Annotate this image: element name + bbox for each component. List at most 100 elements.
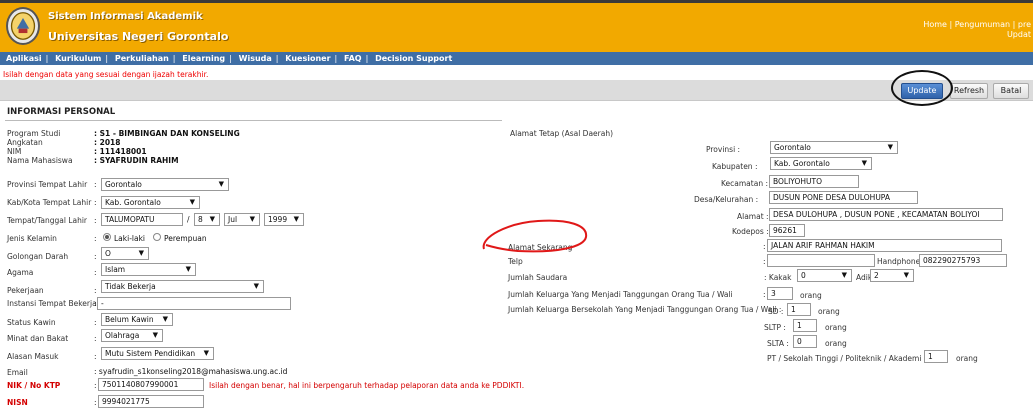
sd-input[interactable]: 1 [787, 303, 811, 316]
tanggal-lahir-select[interactable]: 8 ▼ [194, 213, 220, 226]
pekerjaan-select[interactable]: Tidak Bekerja ▼ [101, 280, 264, 293]
chevron-down-icon: ▼ [903, 271, 909, 279]
nama-value: : SYAFRUDIN RAHIM [94, 156, 179, 165]
university-name: Universitas Negeri Gorontalo [48, 30, 229, 43]
nisn-input[interactable]: 9994021775 [98, 395, 204, 408]
ttl-label: Tempat/Tanggal Lahir [7, 216, 88, 225]
kecamatan-label: Kecamatan : [721, 179, 768, 188]
alamat-label: Alamat : [737, 212, 769, 221]
tanggungan-unit: orang [800, 291, 822, 300]
chevron-down-icon: ▼ [218, 180, 224, 188]
nav-perkuliahan[interactable]: Perkuliahan [115, 54, 169, 63]
telp-input[interactable] [767, 254, 875, 267]
main-nav: Aplikasi | Kurikulum | Perkuliahan | Elearn… [0, 52, 1033, 65]
nav-kuesioner[interactable]: Kuesioner [285, 54, 330, 63]
nav-elearning[interactable]: Elearning [182, 54, 225, 63]
chevron-down-icon: ▼ [189, 198, 195, 206]
kodepos-input[interactable]: 96261 [769, 224, 805, 237]
chevron-down-icon: ▼ [185, 265, 191, 273]
nisn-label: NISN [7, 398, 28, 407]
nik-note: Isilah dengan benar, hal ini berpengaruh… [209, 381, 525, 390]
tanggungan-label: Jumlah Keluarga Yang Menjadi Tanggungan … [508, 290, 733, 299]
kawin-label: Status Kawin [7, 318, 56, 327]
kecamatan-input[interactable]: BOLIYOHUTO [769, 175, 859, 188]
sltp-unit: orang [825, 323, 847, 332]
slta-label: SLTA : [767, 339, 789, 348]
nama-label: Nama Mahasiswa [7, 156, 73, 165]
chevron-down-icon: ▼ [209, 215, 215, 223]
nik-label: NIK / No KTP [7, 381, 61, 390]
header-update-text: Updat [1006, 30, 1031, 39]
nav-wisuda[interactable]: Wisuda [239, 54, 272, 63]
chevron-down-icon: ▼ [887, 143, 893, 151]
pt-unit: orang [956, 354, 978, 363]
chevron-down-icon: ▼ [253, 282, 259, 290]
email-label: Email [7, 368, 28, 377]
agama-select[interactable]: Islam ▼ [101, 263, 196, 276]
warning-message: Isilah dengan data yang sesuai dengan ij… [3, 70, 209, 79]
pengumuman-link[interactable]: Pengumuman [955, 20, 1010, 29]
pt-input[interactable]: 1 [924, 350, 948, 363]
form-toolbar: Update Refresh Batal [0, 80, 1033, 101]
home-link[interactable]: Home [923, 20, 947, 29]
handphone-input[interactable]: 082290275793 [919, 254, 1007, 267]
tanggungan-input[interactable]: 3 [767, 287, 793, 300]
adik-select[interactable]: 2 ▼ [870, 269, 914, 282]
kabupaten-label: Kabupaten : [712, 162, 758, 171]
sd-unit: orang [818, 307, 840, 316]
prov-lahir-select[interactable]: Gorontalo ▼ [101, 178, 229, 191]
tahun-lahir-select[interactable]: 1999 ▼ [264, 213, 304, 226]
slta-input[interactable]: 0 [793, 335, 817, 348]
handphone-label: Handphone [877, 257, 921, 266]
saudara-label: Jumlah Saudara [508, 273, 568, 282]
sd-label: SD : [768, 307, 784, 316]
nav-aplikasi[interactable]: Aplikasi [6, 54, 42, 63]
kakak-select[interactable]: 0 ▼ [797, 269, 852, 282]
sltp-input[interactable]: 1 [793, 319, 817, 332]
chevron-down-icon: ▼ [203, 349, 209, 357]
refresh-button[interactable]: Refresh [950, 83, 988, 99]
nav-decision-support[interactable]: Decision Support [375, 54, 452, 63]
alasan-label: Alasan Masuk [7, 352, 59, 361]
chevron-down-icon: ▼ [293, 215, 299, 223]
gender-perempuan-radio[interactable] [153, 233, 161, 241]
provinsi-select[interactable]: Gorontalo ▼ [770, 141, 898, 154]
goldar-select[interactable]: O ▼ [101, 247, 149, 260]
chevron-down-icon: ▼ [138, 249, 144, 257]
gender-label: Jenis Kelamin [7, 234, 57, 243]
nav-kurikulum[interactable]: Kurikulum [55, 54, 101, 63]
kodepos-label: Kodepos : [732, 227, 769, 236]
nim-label: NIM [7, 147, 22, 156]
alamat-sekarang-input[interactable]: JALAN ARIF RAHMAN HAKIM [767, 239, 1002, 252]
kabupaten-select[interactable]: Kab. Gorontalo ▼ [770, 157, 872, 170]
chevron-down-icon: ▼ [162, 315, 168, 323]
alamat-input[interactable]: DESA DULOHUPA , DUSUN PONE , KECAMATAN B… [769, 208, 1003, 221]
provinsi-label: Provinsi : [706, 145, 741, 154]
kawin-select[interactable]: Belum Kawin ▼ [101, 313, 173, 326]
angkatan-label: Angkatan [7, 138, 43, 147]
batal-button[interactable]: Batal [993, 83, 1029, 99]
minat-select[interactable]: Olahraga ▼ [101, 329, 163, 342]
program-studi-label: Program Studi [7, 129, 61, 138]
nav-faq[interactable]: FAQ [344, 54, 362, 63]
desa-input[interactable]: DUSUN PONE DESA DULOHUPA [769, 191, 918, 204]
alasan-select[interactable]: Mutu Sistem Pendidikan ▼ [101, 347, 214, 360]
chevron-down-icon: ▼ [861, 159, 867, 167]
gender-laki-radio[interactable] [103, 233, 111, 241]
kab-lahir-select[interactable]: Kab. Gorontalo ▼ [101, 196, 200, 209]
chevron-down-icon: ▼ [152, 331, 158, 339]
pt-label: PT / Sekolah Tinggi / Politeknik / Akade… [767, 354, 927, 363]
system-title: Sistem Informasi Akademik [48, 11, 203, 22]
bulan-lahir-select[interactable]: Jul ▼ [224, 213, 260, 226]
section-divider [5, 120, 502, 121]
sekolah-label: Jumlah Keluarga Bersekolah Yang Menjadi … [508, 305, 782, 314]
profile-link[interactable]: pre [1018, 20, 1031, 29]
instansi-input[interactable]: - [97, 297, 291, 310]
nim-value: : 111418001 [94, 147, 147, 156]
update-button[interactable]: Update [901, 83, 943, 99]
nik-input[interactable]: 7501140807990001 [98, 378, 204, 391]
tempat-lahir-input[interactable]: TALUMOPATU [101, 213, 183, 226]
sltp-label: SLTP : [764, 323, 786, 332]
goldar-label: Golongan Darah [7, 252, 69, 261]
section-title: INFORMASI PERSONAL [7, 107, 116, 117]
